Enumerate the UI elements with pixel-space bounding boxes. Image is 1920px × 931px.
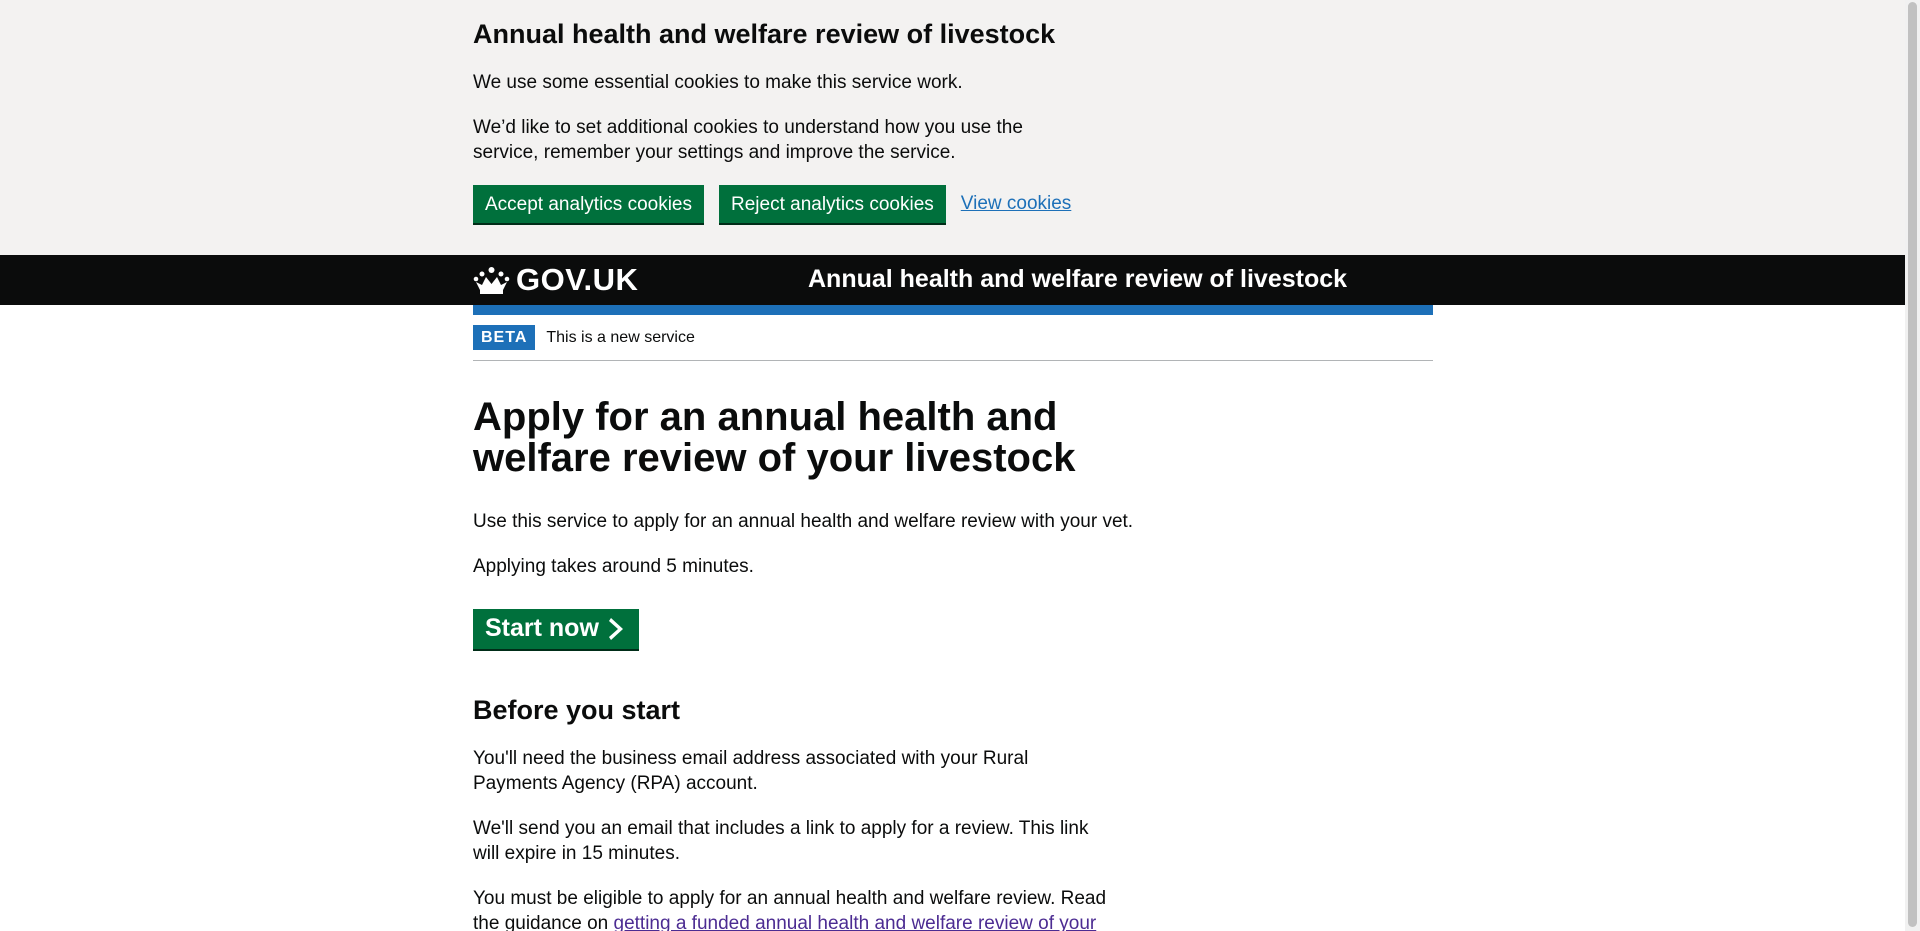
funded-review-guidance-link[interactable]: getting a funded annual health and welfa… (614, 913, 1097, 931)
cookie-banner-actions: Accept analytics cookies Reject analytic… (473, 185, 1433, 223)
duration-paragraph: Applying takes around 5 minutes. (473, 556, 754, 577)
accept-analytics-cookies-button[interactable]: Accept analytics cookies (473, 185, 704, 223)
site-header: GOV.UK Annual health and welfare review … (0, 255, 1905, 315)
service-name-link[interactable]: Annual health and welfare review of live… (808, 265, 1347, 294)
page-scrollbar[interactable] (1905, 0, 1920, 931)
reject-analytics-cookies-button[interactable]: Reject analytics cookies (719, 185, 946, 223)
view-cookies-link[interactable]: View cookies (961, 193, 1072, 215)
before-paragraph-email: You'll need the business email address a… (473, 748, 1029, 794)
chevron-right-icon (608, 617, 627, 640)
page-title: Apply for an annual health and welfare r… (473, 395, 1076, 480)
cookie-banner-heading: Annual health and welfare review of live… (473, 19, 1056, 49)
beta-tag: BETA (473, 325, 536, 350)
start-now-label: Start now (485, 614, 599, 642)
start-now-button[interactable]: Start now (473, 609, 639, 649)
before-you-start-heading: Before you start (473, 695, 681, 725)
before-paragraph-link: We'll send you an email that includes a … (473, 818, 1089, 864)
govuk-logo-link[interactable]: GOV.UK (473, 262, 638, 298)
phase-banner: BETA This is a new service (473, 305, 1433, 361)
main-content: Apply for an annual health and welfare r… (473, 361, 1433, 931)
cookie-banner-text-essential: We use some essential cookies to make th… (473, 72, 963, 93)
phase-banner-text: This is a new service (546, 328, 695, 346)
scrollbar-thumb[interactable] (1908, 2, 1917, 927)
cookie-banner-text-additional: We’d like to set additional cookies to u… (473, 117, 1023, 163)
before-paragraph-eligibility: You must be eligible to apply for an ann… (473, 886, 1113, 931)
govuk-logo-text: GOV.UK (516, 262, 639, 297)
crown-icon (473, 266, 510, 294)
intro-paragraph: Use this service to apply for an annual … (473, 511, 1134, 532)
page: Annual health and welfare review of live… (0, 0, 1905, 931)
cookie-banner: Annual health and welfare review of live… (0, 0, 1905, 255)
